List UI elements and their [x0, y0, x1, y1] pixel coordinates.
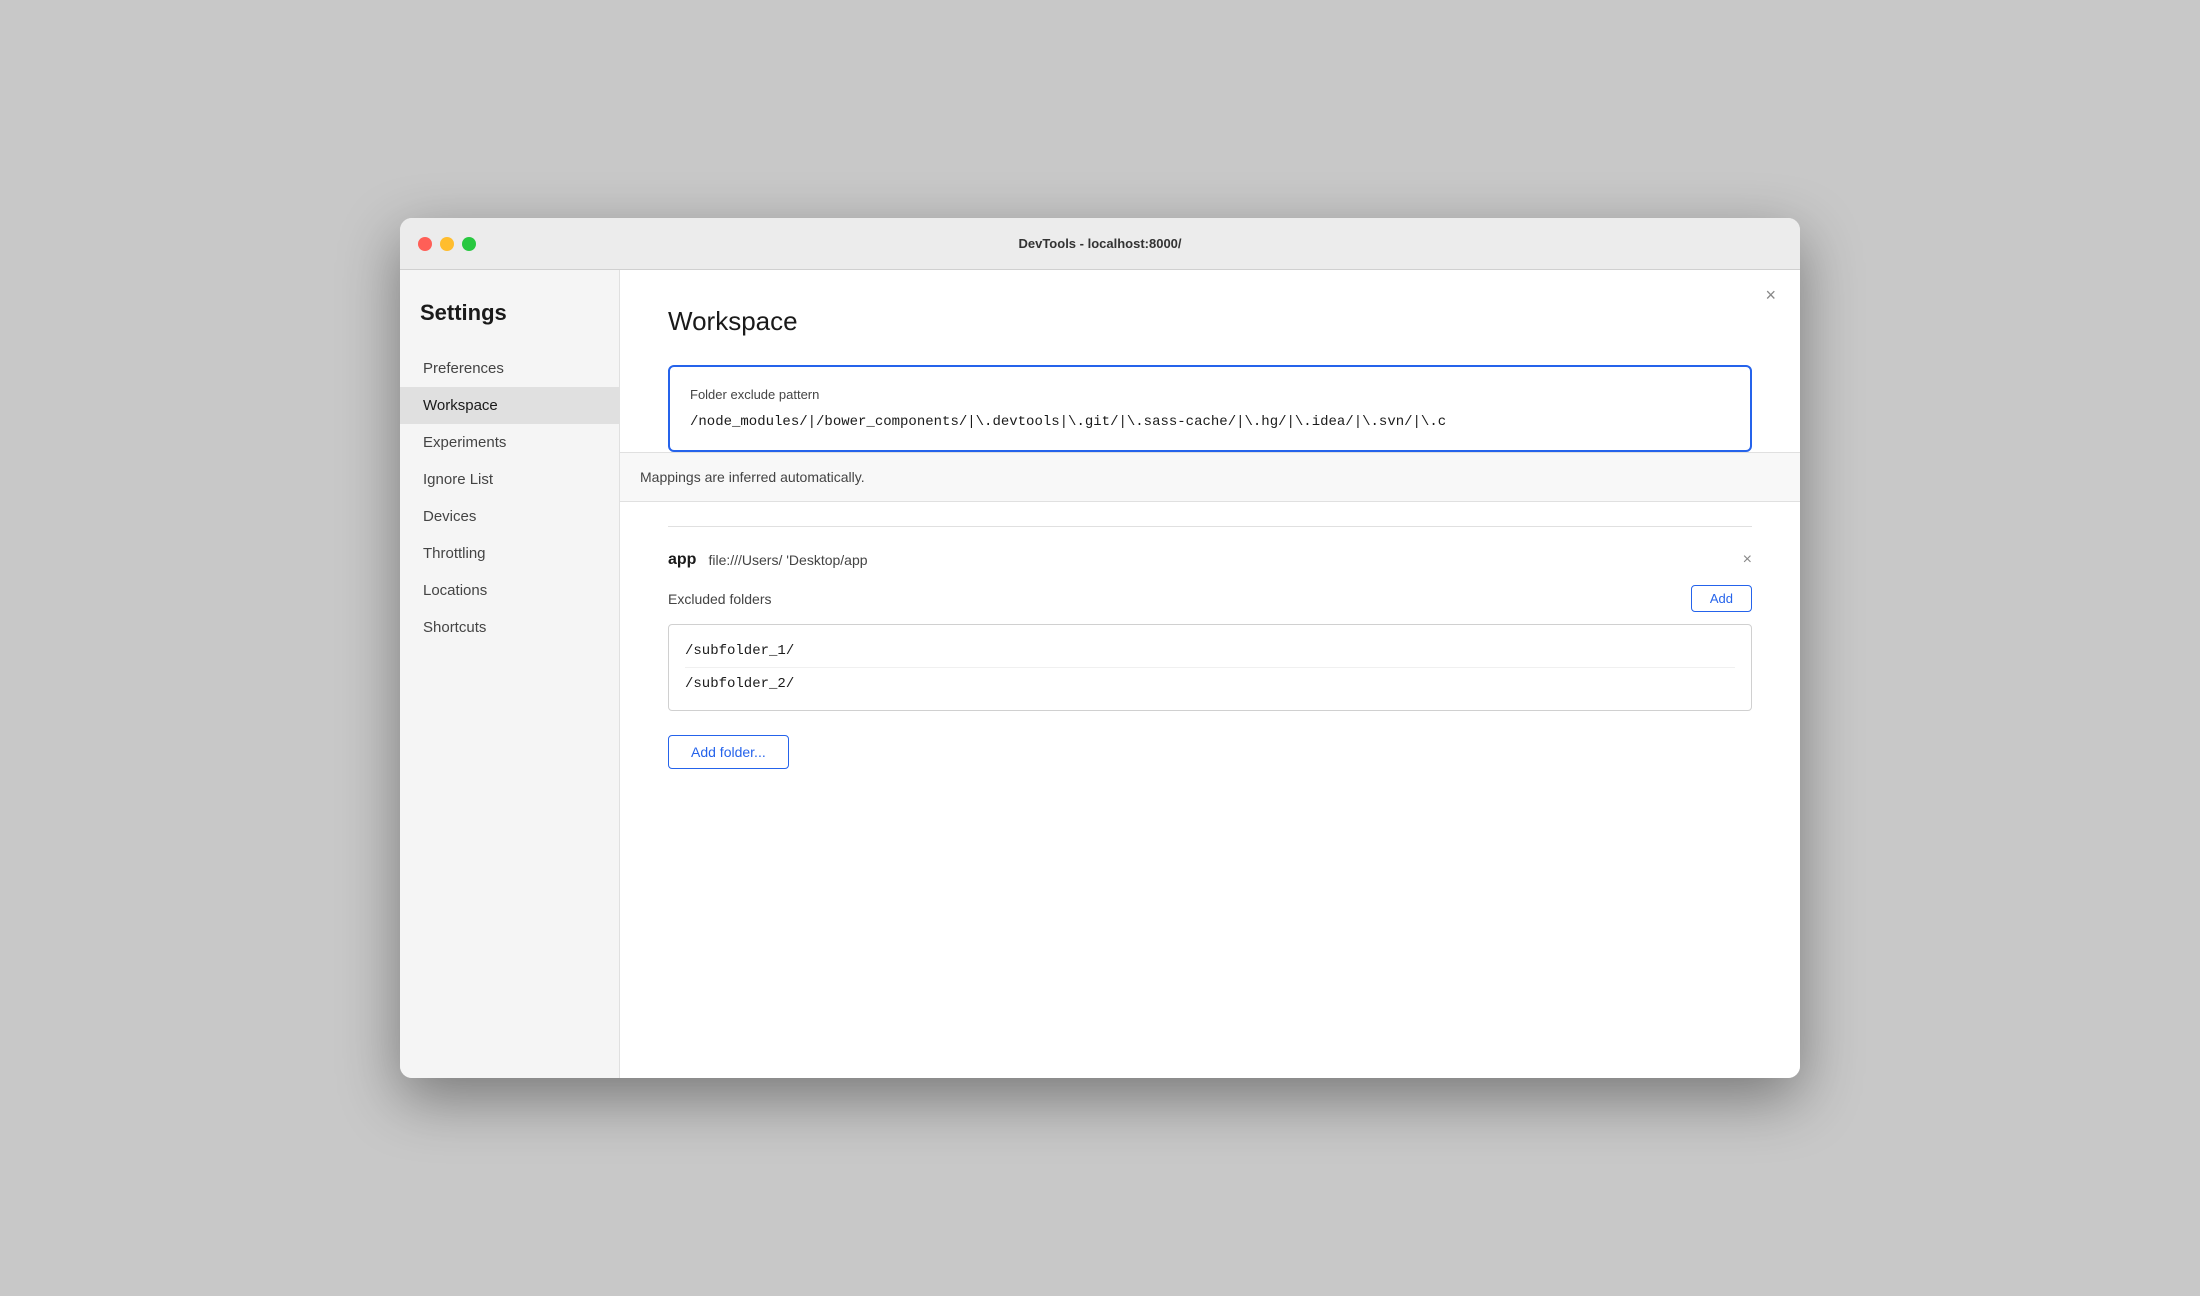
- sidebar-item-throttling[interactable]: Throttling: [400, 535, 619, 572]
- excluded-folders-row: Excluded folders Add: [668, 585, 1752, 612]
- mappings-info: Mappings are inferred automatically.: [620, 452, 1800, 502]
- settings-heading: Settings: [400, 300, 619, 350]
- workspace-entry-remove-button[interactable]: ×: [1743, 551, 1752, 569]
- window: DevTools - localhost:8000/ Settings Pref…: [400, 218, 1800, 1078]
- add-folder-button[interactable]: Add folder...: [668, 735, 789, 769]
- content-area: × Workspace Folder exclude pattern Mappi…: [620, 270, 1800, 1078]
- window-title: DevTools - localhost:8000/: [1018, 236, 1181, 251]
- sidebar-item-workspace[interactable]: Workspace: [400, 387, 619, 424]
- workspace-entry-header: app file:///Users/ 'Desktop/app ×: [668, 551, 1752, 569]
- sidebar-item-ignore-list[interactable]: Ignore List: [400, 461, 619, 498]
- folder-exclude-section: Folder exclude pattern: [668, 365, 1752, 452]
- sidebar-item-shortcuts[interactable]: Shortcuts: [400, 609, 619, 646]
- workspace-entry-name: app: [668, 551, 696, 569]
- main-layout: Settings Preferences Workspace Experimen…: [400, 270, 1800, 1078]
- fullscreen-traffic-light[interactable]: [462, 237, 476, 251]
- titlebar: DevTools - localhost:8000/: [400, 218, 1800, 270]
- sidebar: Settings Preferences Workspace Experimen…: [400, 270, 620, 1078]
- sidebar-item-preferences[interactable]: Preferences: [400, 350, 619, 387]
- minimize-traffic-light[interactable]: [440, 237, 454, 251]
- folder-exclude-input[interactable]: [690, 414, 1730, 430]
- folder-exclude-label: Folder exclude pattern: [690, 387, 1730, 402]
- traffic-lights: [418, 237, 476, 251]
- close-button[interactable]: ×: [1765, 286, 1776, 304]
- folders-list: /subfolder_1/ /subfolder_2/: [668, 624, 1752, 711]
- excluded-folders-label: Excluded folders: [668, 591, 1691, 607]
- close-traffic-light[interactable]: [418, 237, 432, 251]
- sidebar-item-experiments[interactable]: Experiments: [400, 424, 619, 461]
- workspace-entry: app file:///Users/ 'Desktop/app × Exclud…: [668, 551, 1752, 711]
- sidebar-item-locations[interactable]: Locations: [400, 572, 619, 609]
- workspace-entry-path: file:///Users/ 'Desktop/app: [708, 552, 1742, 568]
- add-excluded-folder-button[interactable]: Add: [1691, 585, 1752, 612]
- list-item: /subfolder_1/: [685, 635, 1735, 668]
- section-divider: [668, 526, 1752, 527]
- sidebar-item-devices[interactable]: Devices: [400, 498, 619, 535]
- page-title: Workspace: [668, 306, 1752, 337]
- list-item: /subfolder_2/: [685, 668, 1735, 700]
